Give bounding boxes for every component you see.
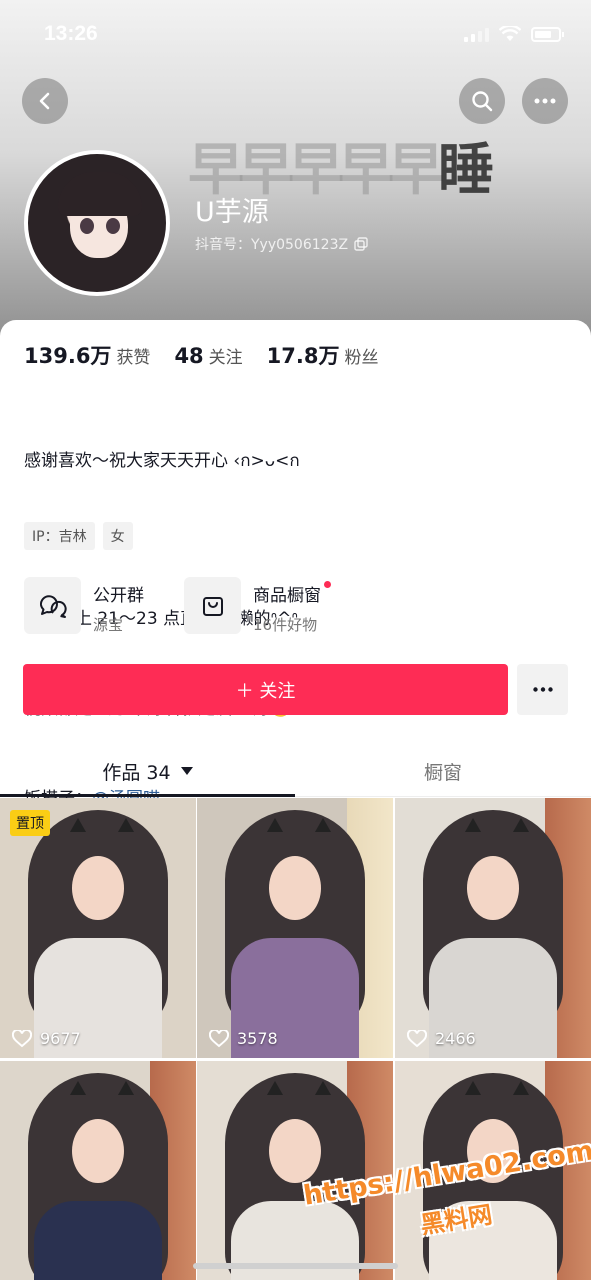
- tab-shop-window[interactable]: 橱窗: [295, 745, 591, 797]
- profile-name: U芋源: [195, 197, 269, 228]
- profile-stats: 139.6万 获赞 48 关注 17.8万 粉丝: [24, 340, 379, 370]
- status-bar: 13:26: [0, 0, 591, 70]
- ip-location-tag: IP：吉林: [24, 522, 95, 550]
- cellular-signal-icon: [464, 26, 489, 42]
- stat-likes[interactable]: 139.6万 获赞: [24, 340, 150, 370]
- douyin-id: 抖音号：Yyy0506123Z: [195, 234, 368, 254]
- bio-line: 感谢喜欢～祝大家天天开心 ‹ก>ᴗ<ก: [24, 451, 300, 471]
- gender-tag: 女: [102, 522, 133, 550]
- chevron-left-icon: [39, 92, 50, 110]
- public-group-shortcut[interactable]: 公开群 源宝: [24, 577, 144, 635]
- video-thumbnail[interactable]: 3578: [197, 798, 393, 1058]
- battery-icon: [531, 26, 564, 42]
- active-tab-indicator: [0, 794, 295, 797]
- pinned-badge: 置顶: [10, 810, 50, 836]
- more-options-button[interactable]: [522, 78, 568, 124]
- caret-down-icon: [180, 767, 193, 775]
- shopping-bag-icon: [184, 577, 241, 634]
- shop-window-shortcut[interactable]: 商品橱窗 16件好物: [184, 577, 331, 635]
- wifi-icon: [499, 26, 521, 41]
- notification-dot: [324, 581, 331, 588]
- stat-followers[interactable]: 17.8万 粉丝: [267, 340, 379, 370]
- more-actions-button[interactable]: [517, 664, 568, 715]
- status-icons: [464, 26, 564, 42]
- like-count: 2466: [407, 1029, 476, 1048]
- like-count: 9677: [12, 1029, 81, 1048]
- tab-works[interactable]: 作品 34: [0, 745, 295, 797]
- heart-icon: [407, 1029, 427, 1047]
- copy-icon[interactable]: [354, 237, 368, 251]
- video-thumbnail[interactable]: 2466: [395, 798, 591, 1058]
- avatar[interactable]: [24, 150, 170, 296]
- content-tabs: 作品 34 橱窗: [0, 745, 591, 797]
- more-dots-icon: [532, 687, 553, 692]
- back-button[interactable]: [22, 78, 68, 124]
- group-chat-icon: [24, 577, 81, 634]
- more-dots-icon: [534, 98, 556, 104]
- follow-button[interactable]: ＋ 关注: [23, 664, 508, 715]
- search-icon: [472, 91, 493, 112]
- video-thumbnail[interactable]: [0, 1061, 196, 1280]
- like-count: 3578: [209, 1029, 278, 1048]
- search-button[interactable]: [459, 78, 505, 124]
- stat-following[interactable]: 48 关注: [174, 343, 242, 368]
- home-indicator[interactable]: [193, 1263, 398, 1269]
- video-thumbnail[interactable]: 置顶 9677: [0, 798, 196, 1058]
- status-time: 13:26: [44, 22, 98, 45]
- profile-shortcuts: 公开群 源宝 商品橱窗 16件好物: [24, 577, 331, 635]
- profile-tags: IP：吉林 女: [24, 522, 133, 550]
- heart-icon: [209, 1029, 229, 1047]
- heart-icon: [12, 1029, 32, 1047]
